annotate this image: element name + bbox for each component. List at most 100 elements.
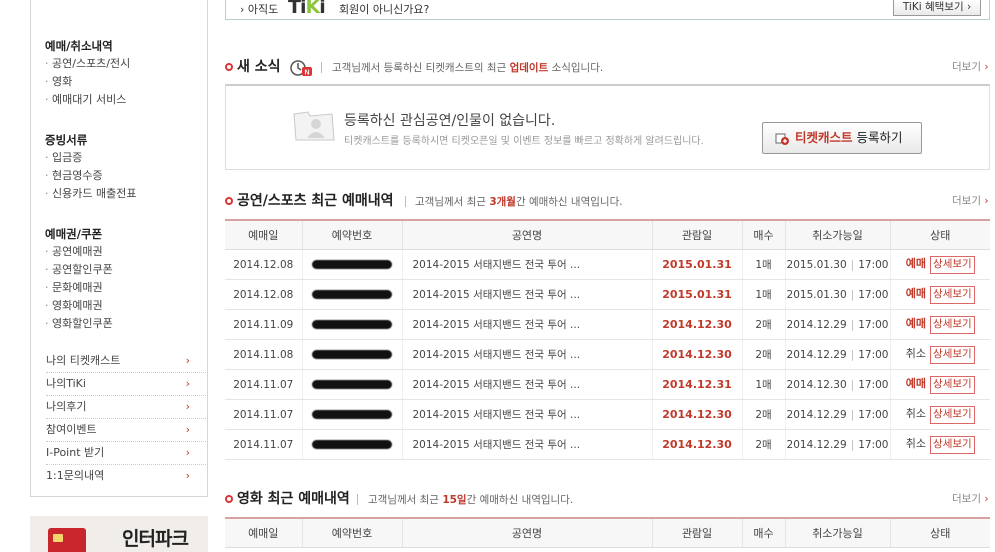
cancel-deadline: 2015.01.30 | 17:00 — [784, 279, 890, 310]
status-text: 취소 — [905, 407, 927, 420]
sidebar-item-cash-receipt[interactable]: 현금영수증 — [45, 167, 136, 185]
detail-button[interactable]: 상세보기 — [930, 346, 975, 364]
table-row: 2014.11.08 2014-2015 서태지밴드 전국 투어 ... 2014.… — [225, 339, 990, 370]
redaction-scribble — [312, 350, 392, 359]
new-notification-icon: N — [290, 60, 312, 77]
performance-more-link[interactable]: 더보기 › — [952, 190, 989, 212]
sidebar-item-deposit[interactable]: 입금증 — [45, 149, 136, 167]
tiki-prefix: › 아직도 — [240, 3, 279, 16]
sidebar-link-label: I-Point 받기 — [46, 446, 105, 459]
sidebar-section-documents: 증빙서류 입금증 현금영수증 신용카드 매출전표 — [45, 131, 136, 203]
interpark-card-banner[interactable]: 인터파크 — [30, 516, 208, 552]
section-description: 고객님께서 최근 15일간 예매하신 내역입니다. — [368, 494, 574, 506]
sidebar-item-waitlist[interactable]: 예매대기 서비스 — [45, 91, 130, 109]
sidebar-item-movie-coupon[interactable]: 영화할인쿠폰 — [45, 315, 113, 333]
sidebar-item-movie[interactable]: 영화 — [45, 73, 130, 91]
sidebar-item-perf-coupon[interactable]: 공연할인쿠폰 — [45, 261, 113, 279]
col-header-date: 예매일 — [225, 517, 302, 548]
performance-title[interactable]: 2014-2015 서태지밴드 전국 투어 ... — [401, 309, 652, 340]
section-description: 고객님께서 최근 3개월간 예매하신 내역입니다. — [415, 196, 623, 208]
cancel-deadline: 2014.12.30 | 17:00 — [784, 369, 890, 400]
col-header-cancel-date: 취소가능일 — [784, 517, 890, 548]
chevron-right-icon: › — [185, 400, 190, 413]
news-empty-box: 등록하신 관심공연/인물이 없습니다. 티켓캐스트를 등록하시면 티켓오픈일 및… — [225, 84, 990, 170]
status-text: 예매 — [905, 377, 927, 390]
table-row: 2014.11.07 2014-2015 서태지밴드 전국 투어 ... 2014.… — [225, 429, 990, 460]
chevron-right-icon: › — [185, 423, 190, 436]
tiki-benefits-button[interactable]: TiKi 혜택보기 › — [893, 0, 981, 16]
sidebar-link-inquiry[interactable]: 1:1문의내역 › — [46, 465, 206, 487]
view-date: 2015.01.31 — [651, 249, 742, 280]
detail-button[interactable]: 상세보기 — [930, 436, 975, 454]
performance-title[interactable]: 2014-2015 서태지밴드 전국 투어 ... — [401, 369, 652, 400]
sidebar-link-ipoint[interactable]: I-Point 받기 › — [46, 442, 206, 465]
view-date: 2014.12.30 — [651, 309, 742, 340]
sidebar-item-movie-voucher[interactable]: 영화예매권 — [45, 297, 113, 315]
sidebar-link-label: 참여이벤트 — [46, 423, 97, 436]
sidebar-section-coupons: 예매권/쿠폰 공연예매권 공연할인쿠폰 문화예매권 영화예매권 영화할인쿠폰 — [45, 225, 113, 333]
sidebar-link-ticketcast[interactable]: 나의 티켓캐스트 › — [46, 350, 206, 373]
performance-title[interactable]: 2014-2015 서태지밴드 전국 투어 ... — [401, 279, 652, 310]
folder-person-icon — [293, 111, 335, 141]
booking-status: 취소 상세보기 — [889, 399, 990, 430]
movie-section-title: 영화 최근 예매내역 고객님께서 최근 15일간 예매하신 내역입니다. — [225, 488, 965, 510]
section-title: 새 소식 — [237, 59, 281, 75]
sidebar-heading: 예매권/쿠폰 — [45, 227, 103, 241]
booking-status: 예매 상세보기 — [889, 279, 990, 310]
register-ticketcast-button[interactable]: 티켓캐스트 등록하기 — [762, 122, 922, 154]
performance-title[interactable]: 2014-2015 서태지밴드 전국 투어 ... — [401, 339, 652, 370]
news-section-title: 새 소식 N 고객님께서 등록하신 티켓캐스트의 최근 업데이트 소식입니다. — [225, 56, 965, 78]
detail-button[interactable]: 상세보기 — [930, 406, 975, 424]
booking-status: 취소 상세보기 — [889, 339, 990, 370]
performance-section-title: 공연/스포츠 최근 예매내역 고객님께서 최근 3개월간 예매하신 내역입니다. — [225, 190, 965, 212]
booking-number-redacted — [301, 279, 402, 310]
ticket-qty: 1매 — [741, 279, 785, 310]
chevron-right-icon: › — [185, 469, 190, 482]
view-date: 2014.12.31 — [651, 369, 742, 400]
sidebar-link-label: 나의 티켓캐스트 — [46, 354, 121, 367]
col-header-status: 상태 — [889, 517, 990, 548]
table-row: 2014.12.08 2014-2015 서태지밴드 전국 투어 ... 2015.… — [225, 279, 990, 310]
view-date: 2014.12.30 — [651, 339, 742, 370]
redaction-scribble — [312, 380, 392, 389]
booking-status: 취소 상세보기 — [889, 429, 990, 460]
detail-button[interactable]: 상세보기 — [930, 286, 975, 304]
detail-button[interactable]: 상세보기 — [930, 256, 975, 274]
cancel-deadline: 2014.12.29 | 17:00 — [784, 429, 890, 460]
status-text: 취소 — [905, 437, 927, 450]
col-header-title: 공연명 — [401, 219, 652, 250]
performance-title[interactable]: 2014-2015 서태지밴드 전국 투어 ... — [401, 249, 652, 280]
tiki-text: 회원이 아니신가요? — [339, 3, 430, 16]
news-more-link[interactable]: 더보기 › — [952, 56, 989, 78]
booking-date: 2014.11.07 — [225, 429, 302, 460]
credit-card-icon — [48, 528, 86, 552]
sidebar-link-reviews[interactable]: 나의후기 › — [46, 396, 206, 419]
col-header-qty: 매수 — [741, 219, 785, 250]
table-header-row: 예매일 예약번호 공연명 관람일 매수 취소가능일 상태 — [225, 517, 990, 548]
sidebar-item-perf-voucher[interactable]: 공연예매권 — [45, 243, 113, 261]
performance-title[interactable]: 2014-2015 서태지밴드 전국 투어 ... — [401, 429, 652, 460]
ticket-qty: 1매 — [741, 369, 785, 400]
sidebar-link-events[interactable]: 참여이벤트 › — [46, 419, 206, 442]
plus-icon — [775, 133, 789, 145]
redaction-scribble — [312, 410, 392, 419]
booking-number-redacted — [301, 249, 402, 280]
sidebar-link-tiki[interactable]: 나의TiKi › — [46, 373, 206, 396]
movie-more-link[interactable]: 더보기 › — [952, 488, 989, 510]
detail-button[interactable]: 상세보기 — [930, 376, 975, 394]
redaction-scribble — [312, 290, 392, 299]
performance-title[interactable]: 2014-2015 서태지밴드 전국 투어 ... — [401, 399, 652, 430]
tiki-logo: TiKi — [288, 0, 326, 18]
cancel-deadline: 2014.12.29 | 17:00 — [784, 309, 890, 340]
status-text: 예매 — [905, 317, 927, 330]
sidebar-item-card-slip[interactable]: 신용카드 매출전표 — [45, 185, 136, 203]
booking-date: 2014.11.07 — [225, 399, 302, 430]
sidebar-item-culture-voucher[interactable]: 문화예매권 — [45, 279, 113, 297]
table-row: 2014.12.08 2014-2015 서태지밴드 전국 투어 ... 2015.… — [225, 249, 990, 280]
detail-button[interactable]: 상세보기 — [930, 316, 975, 334]
view-date: 2014.12.30 — [651, 429, 742, 460]
sidebar-link-label: 나의후기 — [46, 400, 87, 413]
sidebar-item-performance[interactable]: 공연/스포츠/전시 — [45, 55, 130, 73]
circle-bullet-icon — [225, 495, 233, 503]
sidebar-heading: 예매/취소내역 — [45, 39, 113, 53]
